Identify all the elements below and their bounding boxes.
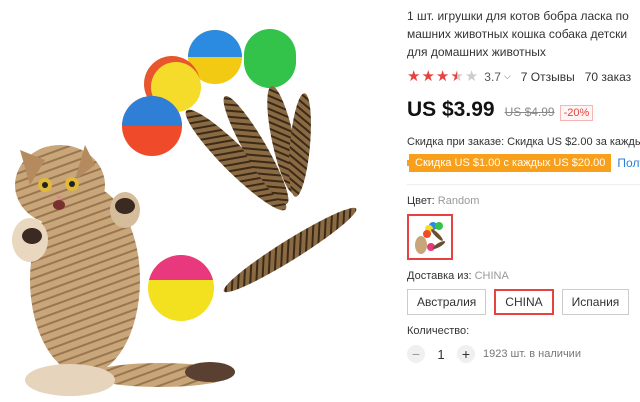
star-empty-icon: ★ bbox=[464, 68, 479, 85]
shipping-label: Доставка из: CHINA bbox=[407, 270, 640, 282]
star-icon: ★ bbox=[407, 68, 421, 85]
reviews-link[interactable]: 7 Отзывы bbox=[521, 70, 575, 84]
star-icon: ★ bbox=[435, 68, 450, 85]
color-label: Цвет: Random bbox=[407, 195, 640, 207]
shipping-label-text: Доставка из: bbox=[407, 270, 472, 282]
order-discount-text: Скидка при заказе: Скидка US $2.00 за ка… bbox=[407, 136, 640, 148]
coupon-badge: Скидка US $1.00 с каждых US $20.00 bbox=[407, 154, 612, 172]
quantity-label: Количество: bbox=[407, 325, 470, 337]
orders-count: 70 заказ bbox=[584, 69, 632, 84]
shipping-value: CHINA bbox=[474, 270, 509, 282]
stock-count: 1923 шт. в наличии bbox=[483, 348, 581, 360]
rating-row: ★ ★ ★ ★ ★ 3.7 ⌵ 7 Отзывы 70 заказ bbox=[407, 69, 640, 84]
quantity-input[interactable]: 1 bbox=[425, 347, 457, 362]
product-title[interactable]: 1 шт. игрушки для котов бобра ласка по м… bbox=[407, 7, 640, 61]
toy-ball-green bbox=[244, 29, 296, 88]
product-title-line: машних животных кошка собака детски bbox=[407, 27, 628, 41]
star-icon: ★ bbox=[421, 68, 435, 85]
color-swatch-random[interactable] bbox=[407, 214, 453, 260]
get-coupon-link[interactable]: Получ bbox=[617, 156, 640, 170]
rating-value[interactable]: 3.7 bbox=[484, 70, 501, 84]
price-row: US $3.99 US $4.99 -20% bbox=[407, 98, 640, 122]
product-title-line: для домашних животных bbox=[407, 45, 546, 59]
chevron-down-icon[interactable]: ⌵ bbox=[504, 71, 511, 82]
color-value: Random bbox=[437, 195, 480, 207]
toy-ball-pink-yellow bbox=[148, 255, 214, 321]
quantity-plus-button[interactable]: + bbox=[457, 345, 475, 363]
ship-option-china[interactable]: CHINA bbox=[494, 289, 554, 315]
coupon-row: Скидка US $1.00 с каждых US $20.00 Получ bbox=[407, 154, 640, 172]
product-image[interactable] bbox=[0, 0, 398, 402]
star-half-icon: ★ bbox=[450, 68, 464, 85]
current-price: US $3.99 bbox=[407, 98, 495, 121]
product-info-panel: 1 шт. игрушки для котов бобра ласка по м… bbox=[407, 0, 640, 402]
ship-option-spain[interactable]: Испания bbox=[561, 289, 630, 315]
swatch-thumbnail bbox=[411, 218, 449, 256]
old-price: US $4.99 bbox=[504, 105, 555, 119]
product-title-line: 1 шт. игрушки для котов бобра ласка по bbox=[407, 9, 629, 23]
toy-ball-red bbox=[122, 96, 182, 156]
quantity-stepper: − 1 + 1923 шт. в наличии bbox=[407, 345, 640, 363]
quantity-minus-button[interactable]: − bbox=[407, 345, 425, 363]
shipping-options: Австралия CHINA Испания bbox=[407, 289, 640, 315]
discount-badge: -20% bbox=[559, 105, 594, 121]
ship-option-australia[interactable]: Австралия bbox=[407, 289, 487, 315]
color-label-text: Цвет: bbox=[407, 195, 435, 207]
divider bbox=[407, 184, 640, 185]
